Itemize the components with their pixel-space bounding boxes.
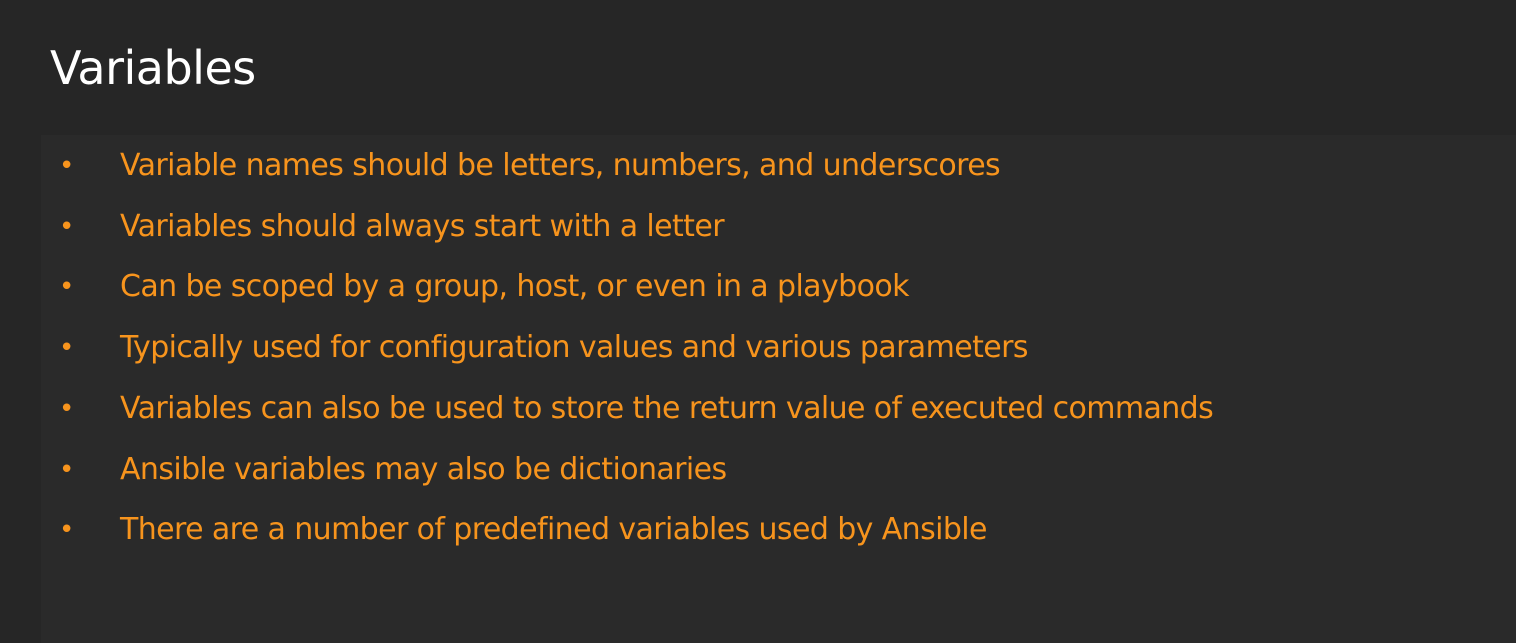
bullet-text: Ansible variables may also be dictionari… [120, 452, 727, 487]
bullet-icon: • [59, 333, 75, 363]
content-panel: • Variable names should be letters, numb… [41, 135, 1516, 643]
bullet-text: Variables can also be used to store the … [120, 391, 1214, 426]
bullet-icon: • [59, 515, 75, 545]
bullet-icon: • [59, 212, 75, 242]
bullet-text: Variable names should be letters, number… [120, 148, 1001, 183]
bullet-icon: • [59, 272, 75, 302]
bullet-text: Variables should always start with a let… [120, 209, 725, 244]
slide: Variables • Variable names should be let… [0, 0, 1516, 643]
bullet-text: Typically used for configuration values … [120, 330, 1028, 365]
bullet-icon: • [59, 455, 75, 485]
bullet-text: There are a number of predefined variabl… [120, 512, 987, 547]
bullet-icon: • [59, 151, 75, 181]
slide-title: Variables [50, 41, 256, 95]
bullet-text: Can be scoped by a group, host, or even … [120, 269, 909, 304]
bullet-icon: • [59, 394, 75, 424]
